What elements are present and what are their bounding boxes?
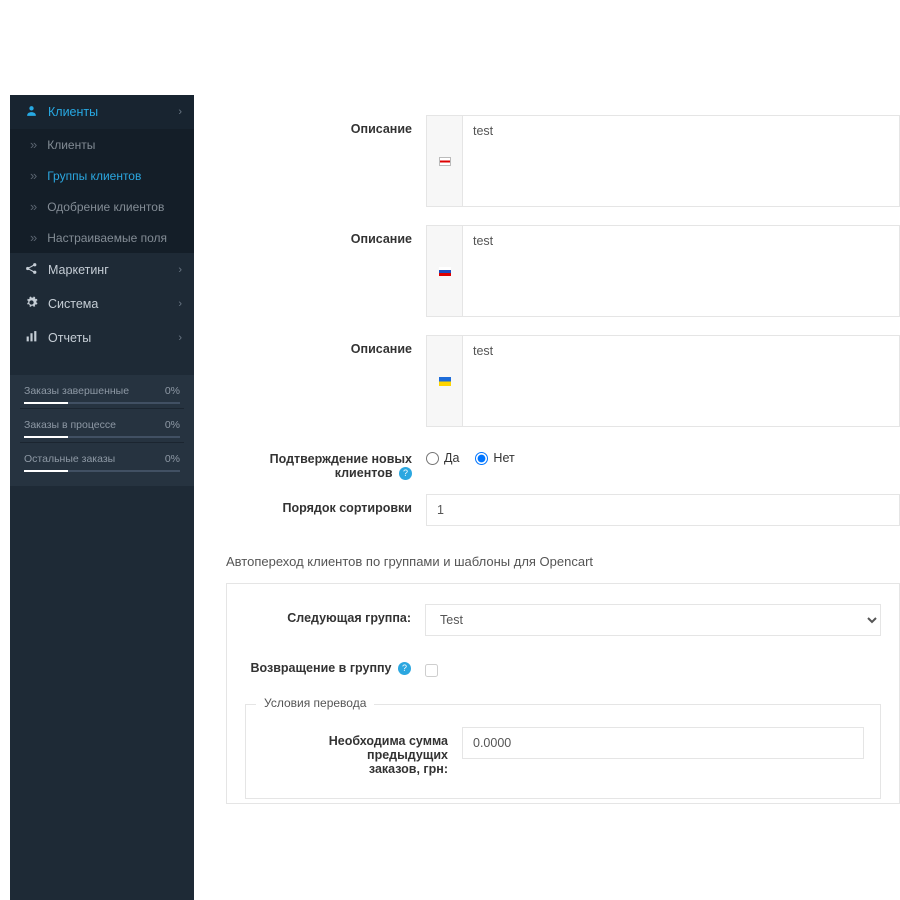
main-form: Описание Описание Описание Подт [194, 95, 900, 900]
next-group-label: Следующая группа: [245, 604, 425, 625]
approval-radio-no[interactable] [475, 452, 488, 465]
auto-transfer-fieldset: Следующая группа: Test Возвращение в гру… [226, 583, 900, 804]
chevron-right-icon: › [178, 298, 182, 310]
sidebar-item-clients[interactable]: Клиенты [10, 129, 194, 160]
stats-panel: Заказы завершенные0% Заказы в процессе0%… [10, 375, 194, 486]
description-label: Описание [226, 115, 426, 136]
nav-label: Система [48, 297, 98, 311]
nav-item-system[interactable]: Система › [10, 287, 194, 321]
conditions-fieldset: Условия перевода Необходима сумма предыд… [245, 704, 881, 799]
chevron-right-icon: › [178, 332, 182, 344]
sort-order-input[interactable] [426, 494, 900, 526]
stat-row: Заказы в процессе0% [20, 409, 184, 443]
chevron-right-icon: › [178, 264, 182, 276]
nav-label: Отчеты [48, 331, 91, 345]
share-icon [22, 262, 40, 278]
description-input-ua[interactable] [462, 335, 900, 427]
flag-gb-icon [426, 115, 462, 207]
approval-radio-yes[interactable] [426, 452, 439, 465]
required-sum-label: Необходима сумма предыдущихзаказов, грн: [262, 727, 462, 776]
description-input-gb[interactable] [462, 115, 900, 207]
nav-item-customers[interactable]: Клиенты › [10, 95, 194, 129]
nav-label: Маркетинг [48, 263, 109, 277]
sidebar-item-customer-groups[interactable]: Группы клиентов [10, 160, 194, 191]
nav-item-marketing[interactable]: Маркетинг › [10, 253, 194, 287]
approval-no-option[interactable]: Нет [475, 451, 514, 465]
approval-label: Подтверждение новых клиентов ? [226, 445, 426, 480]
chart-icon [22, 330, 40, 346]
conditions-legend: Условия перевода [256, 696, 374, 710]
stat-row: Заказы завершенные0% [20, 375, 184, 409]
flag-ru-icon [426, 225, 462, 317]
section-title: Автопереход клиентов по группами и шабло… [226, 554, 900, 569]
gear-icon [22, 296, 40, 312]
user-icon [22, 104, 40, 120]
description-label: Описание [226, 225, 426, 246]
sidebar-item-custom-fields[interactable]: Настраиваемые поля [10, 222, 194, 253]
required-sum-input[interactable] [462, 727, 864, 759]
chevron-right-icon: › [178, 106, 182, 118]
description-input-ru[interactable] [462, 225, 900, 317]
next-group-select[interactable]: Test [425, 604, 881, 636]
approval-yes-option[interactable]: Да [426, 451, 459, 465]
stat-row: Остальные заказы0% [20, 443, 184, 476]
nav-item-reports[interactable]: Отчеты › [10, 321, 194, 355]
sort-order-label: Порядок сортировки [226, 494, 426, 515]
sidebar-item-approve[interactable]: Одобрение клиентов [10, 191, 194, 222]
sidebar: Клиенты › Клиенты Группы клиентов Одобре… [10, 95, 194, 900]
flag-ua-icon [426, 335, 462, 427]
return-group-checkbox[interactable] [425, 664, 438, 677]
help-icon[interactable]: ? [399, 467, 412, 480]
help-icon[interactable]: ? [398, 662, 411, 675]
nav-label: Клиенты [48, 105, 98, 119]
return-group-label: Возвращение в группу ? [245, 654, 425, 675]
description-label: Описание [226, 335, 426, 356]
